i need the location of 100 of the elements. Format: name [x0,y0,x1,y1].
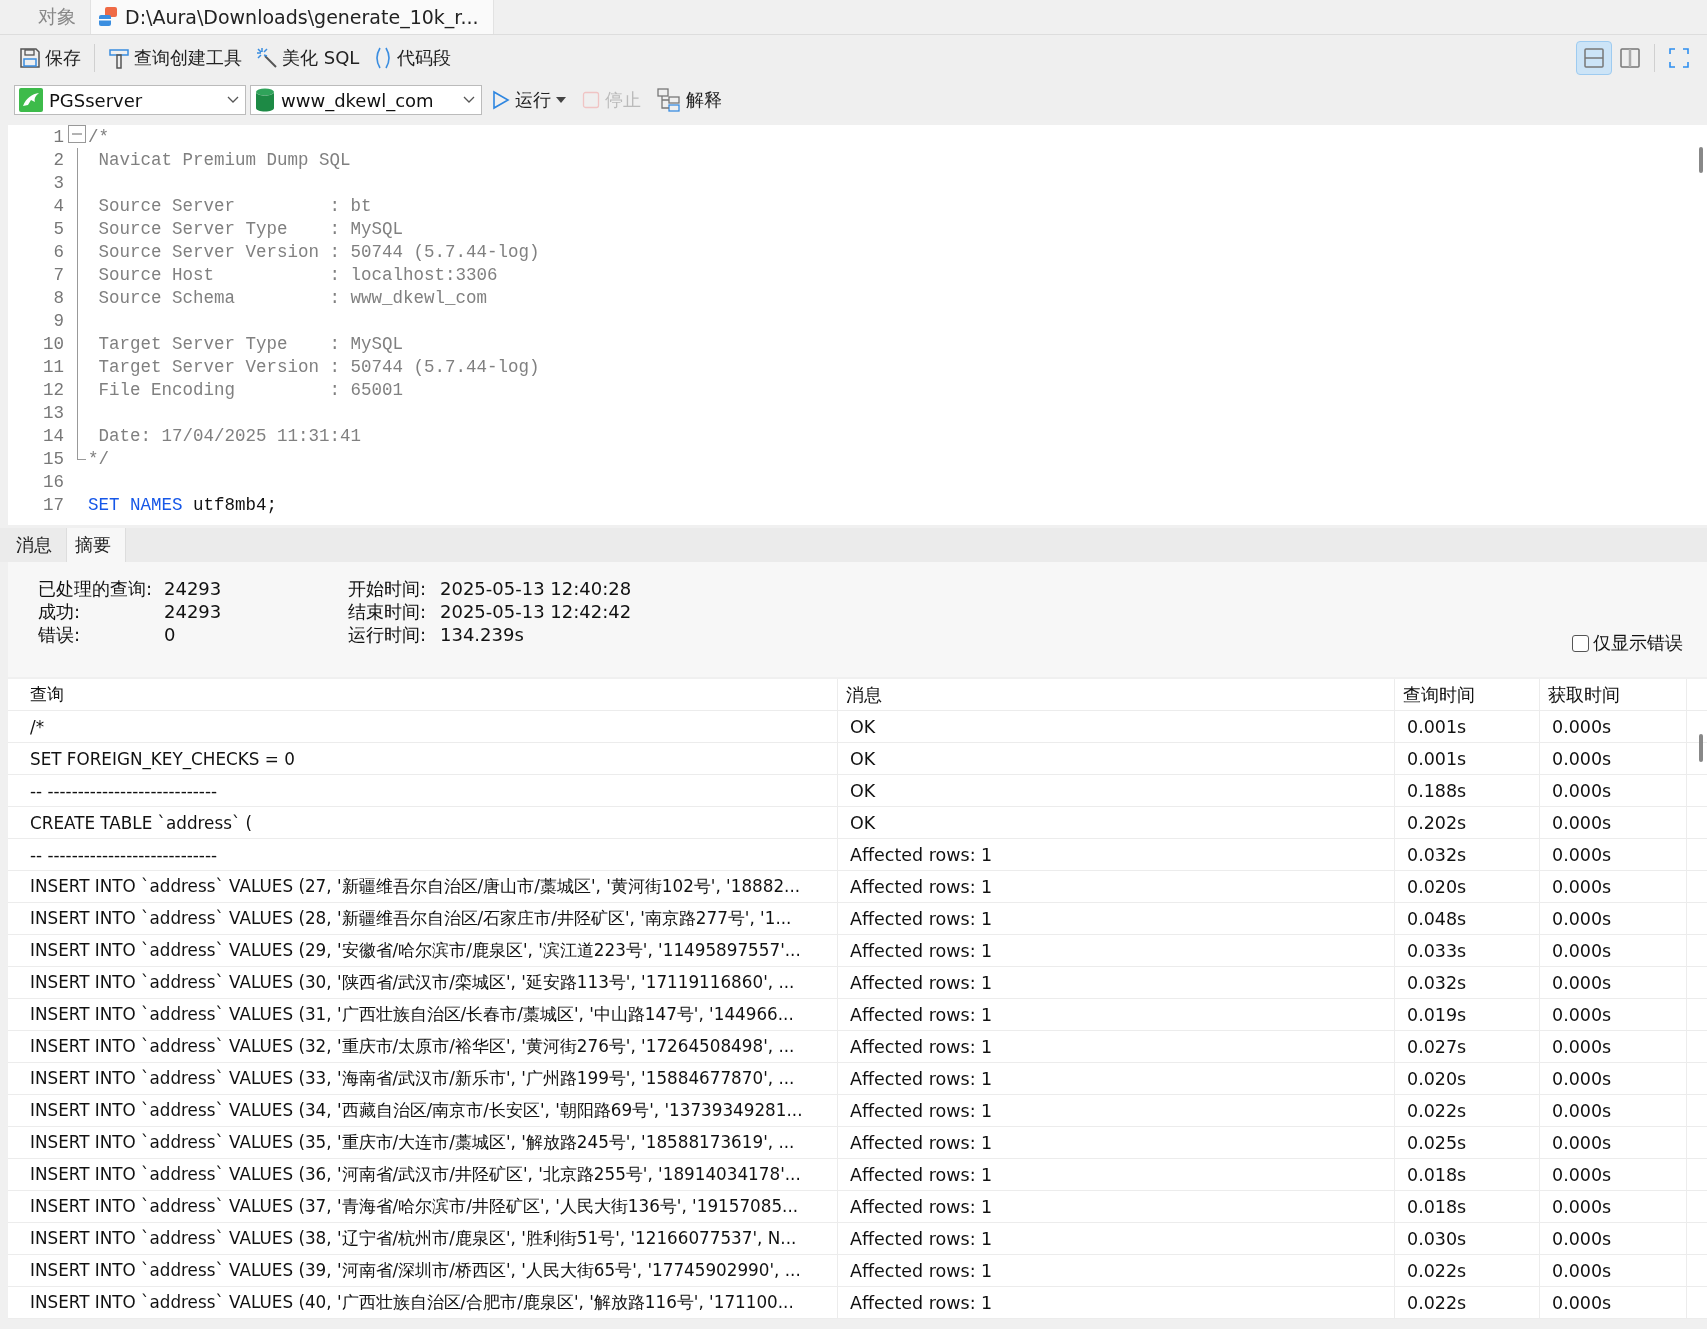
table-cell: Affected rows: 1 [838,1127,1395,1158]
toolbar-button[interactable]: 代码段 [366,40,459,75]
database-dropdown[interactable]: www_dkewl_com [250,85,482,115]
table-cell: Affected rows: 1 [838,1063,1395,1094]
checkbox[interactable] [1572,634,1589,652]
table-cell: OK [838,743,1395,774]
result-tab[interactable]: 消息 [8,528,66,562]
time-label: 运行时间: [348,624,428,646]
table-cell: 0.000s [1540,839,1687,870]
table-cell: 0.000s [1540,1095,1687,1126]
sparkle-wand-icon [256,46,278,69]
document-tab[interactable]: D:\Aura\Downloads\generate_10k_r... [90,0,494,34]
table-cell: 0.000s [1540,1127,1687,1158]
table-cell: Affected rows: 1 [838,1255,1395,1286]
table-cell: -- ---------------------------- [8,775,838,806]
table-cell: INSERT INTO `address` VALUES (29, '安徽省/哈尔滨市/鹿泉区', '滨江道223号', '11495897557'... [8,935,838,966]
table-cell: Affected rows: 1 [838,1095,1395,1126]
code-line: Source Server Version : 50744 (5.7.44-log) [97,241,540,262]
table-cell: 0.020s [1395,1063,1540,1094]
fullscreen-icon[interactable] [1668,46,1690,69]
line-number: 17 [42,494,65,515]
line-number: 6 [52,241,65,262]
table-cell: 0.000s [1540,1191,1687,1222]
explain-button[interactable]: 解释 [651,86,728,114]
table-cell: 0.020s [1395,871,1540,902]
server-dropdown[interactable]: PGSserver [14,85,246,115]
table-cell: 0.000s [1540,1287,1687,1318]
table-cell: INSERT INTO `address` VALUES (34, '西藏自治区/南京市/长安区', '朝阳路69号', '13739349281... [8,1095,838,1126]
table-cell: 0.025s [1395,1127,1540,1158]
table-cell: CREATE TABLE `address` ( [8,807,838,838]
table-cell: SET FOREIGN_KEY_CHECKS = 0 [8,743,838,774]
toolbar-button[interactable]: 保存 [12,40,88,75]
diagram-icon [657,88,681,112]
stat-value: 0 [164,624,177,646]
table-cell: 0.019s [1395,999,1540,1030]
table-cell: INSERT INTO `address` VALUES (27, '新疆维吾尔自治区/唐山市/藁城区', '黄河街102号', '18882... [8,871,838,902]
table-cell: INSERT INTO `address` VALUES (39, '河南省/深圳市/桥西区', '人民大街65号', '17745902990', ... [8,1255,838,1286]
time-value: 2025-05-13 12:42:42 [440,601,632,623]
code-line: Target Server Type : MySQL [97,333,404,354]
line-number: 16 [42,471,65,492]
table-cell: 0.000s [1540,1255,1687,1286]
column-header[interactable]: 获取时间 [1540,679,1687,710]
split-horizontal-icon[interactable] [1583,46,1605,69]
table-cell: 0.048s [1395,903,1540,934]
table-cell: 0.030s [1395,1223,1540,1254]
table-cell: 0.000s [1540,999,1687,1030]
scrollbar-thumb[interactable] [1699,734,1703,762]
table-cell: INSERT INTO `address` VALUES (37, '青海省/哈尔滨市/井陉矿区', '人民大街136号', '19157085... [8,1191,838,1222]
toolbar-button[interactable]: 美化 SQL [249,40,367,75]
table-cell: Affected rows: 1 [838,967,1395,998]
fold-toggle-icon[interactable] [68,125,86,143]
time-value: 2025-05-13 12:40:28 [440,578,632,600]
line-number: 1 [52,126,65,147]
column-header[interactable]: 查询 [8,679,838,710]
table-cell: 0.000s [1540,1031,1687,1062]
table-cell: 0.000s [1540,775,1687,806]
line-number: 2 [52,149,65,170]
table-cell: 0.032s [1395,839,1540,870]
table-cell: 0.001s [1395,711,1540,742]
table-cell: OK [838,711,1395,742]
table-cell: Affected rows: 1 [838,999,1395,1030]
table-cell: 0.202s [1395,807,1540,838]
table-cell: 0.018s [1395,1159,1540,1190]
split-vertical-icon[interactable] [1619,46,1641,69]
table-cell: 0.000s [1540,1223,1687,1254]
table-cell: 0.000s [1540,1159,1687,1190]
table-cell: 0.000s [1540,807,1687,838]
checkbox-label[interactable]: 仅显示错误 [1593,631,1683,655]
chevron-down-icon [463,96,475,104]
time-label: 开始时间: [348,578,428,600]
table-cell: 0.188s [1395,775,1540,806]
table-cell: INSERT INTO `address` VALUES (30, '陕西省/武汉市/栾城区', '延安路113号', '17119116860', ... [8,967,838,998]
table-cell: 0.022s [1395,1095,1540,1126]
code-line: SET NAMES utf8mb4; [88,494,278,515]
time-label: 结束时间: [348,601,428,623]
result-tab[interactable]: 摘要 [66,528,126,562]
table-cell: 0.001s [1395,743,1540,774]
run-button[interactable]: 运行 [486,86,572,114]
code-line: Source Server : bt [97,195,372,216]
time-value: 134.239s [440,624,525,646]
table-stack-icon [97,6,119,28]
split-horizontal-button[interactable] [1576,40,1612,75]
code-line: Source Host : localhost:3306 [97,264,498,285]
line-number: 13 [42,402,65,423]
caret-icon [556,97,566,103]
line-number: 8 [52,287,65,308]
line-number: 5 [52,218,65,239]
code-line: Source Server Type : MySQL [97,218,404,239]
column-header[interactable]: 消息 [838,679,1395,710]
code-line: File Encoding : 65001 [97,379,404,400]
stop-icon [582,91,600,109]
table-cell: Affected rows: 1 [838,871,1395,902]
column-header[interactable]: 查询时间 [1395,679,1540,710]
line-number: 15 [42,448,65,469]
scrollbar-thumb[interactable] [1699,147,1703,173]
table-cell: 0.000s [1540,935,1687,966]
table-cell: Affected rows: 1 [838,1031,1395,1062]
toolbar-button[interactable]: 查询创建工具 [101,40,249,75]
table-cell: 0.018s [1395,1191,1540,1222]
play-icon [492,90,510,110]
